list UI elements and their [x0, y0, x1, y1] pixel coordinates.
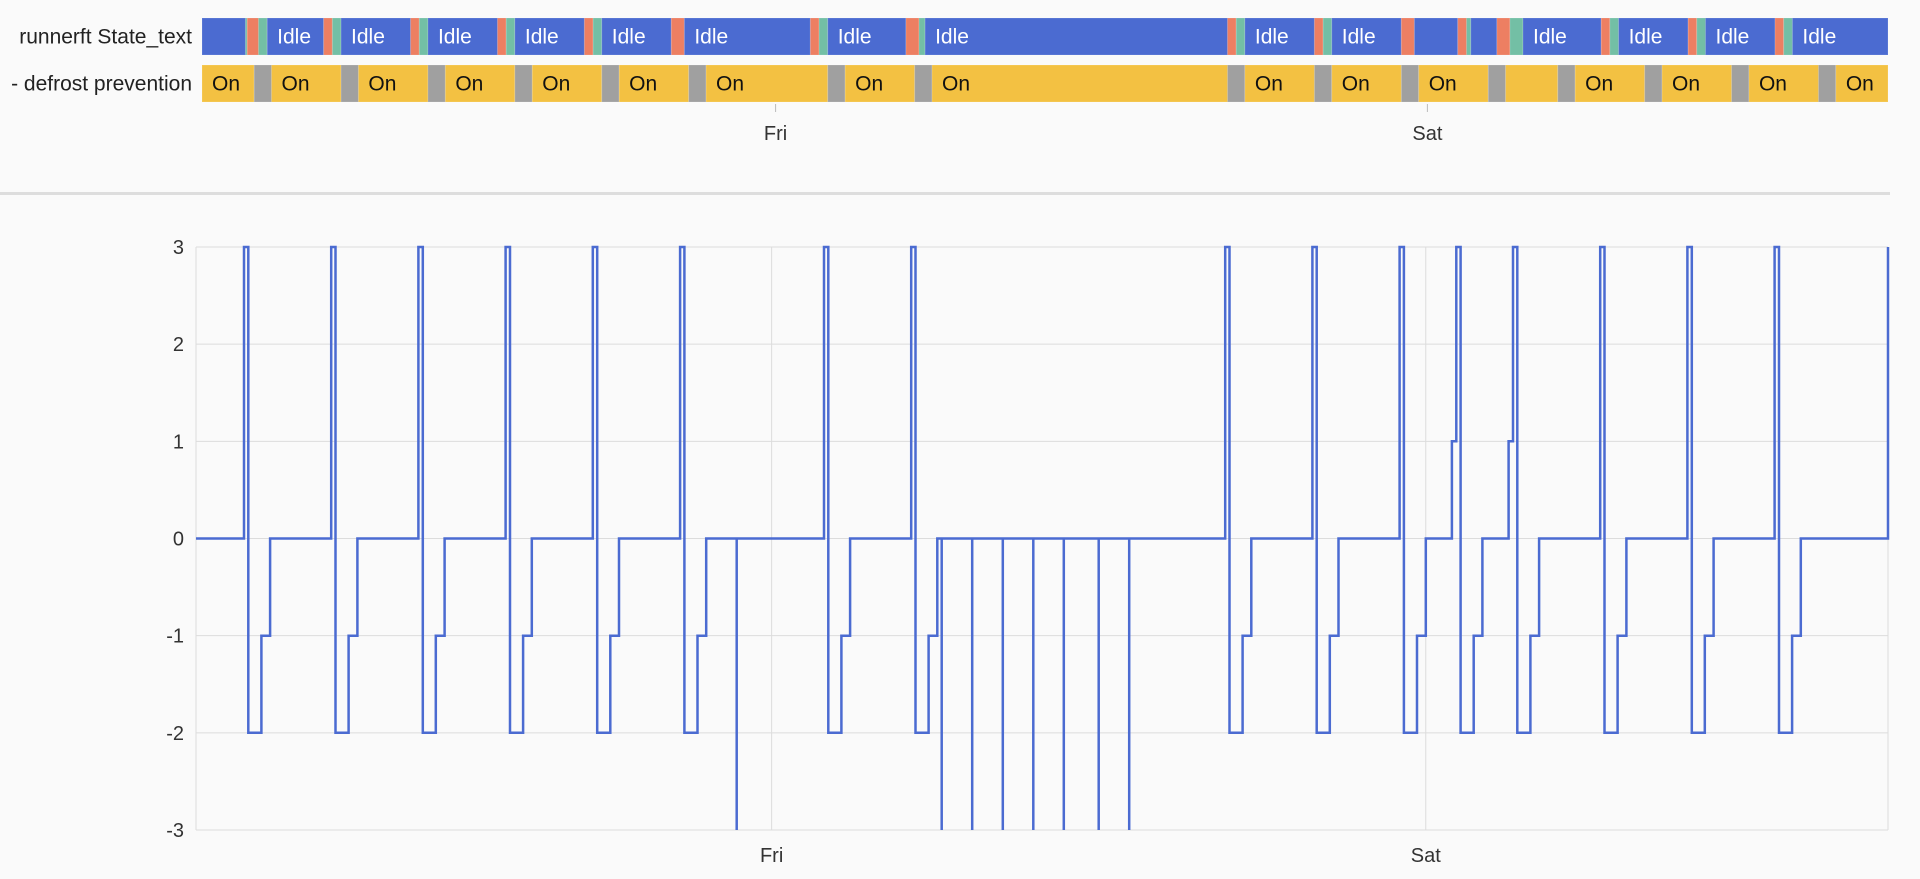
y-tick-label: -2 [166, 723, 184, 745]
dashboard-panel: runnerft State_text Idle Idle Idle Idle Idle I… [0, 0, 1920, 879]
x-axis: Fri Sat [760, 845, 1441, 867]
y-tick-label: -1 [166, 626, 184, 648]
y-tick-label: -3 [166, 820, 184, 842]
y-tick-label: 3 [173, 237, 184, 259]
x-tick-label: Fri [760, 845, 783, 867]
y-tick-label: 0 [173, 529, 184, 551]
series-line[interactable] [196, 245, 1890, 830]
y-tick-label: 1 [173, 431, 184, 453]
time-series-graph[interactable]: 3 2 1 0 -1 -2 -3 Fri Sat [0, 0, 1920, 879]
y-tick-label: 2 [173, 334, 184, 356]
y-axis: 3 2 1 0 -1 -2 -3 [166, 237, 184, 842]
x-tick-label: Sat [1411, 845, 1441, 867]
